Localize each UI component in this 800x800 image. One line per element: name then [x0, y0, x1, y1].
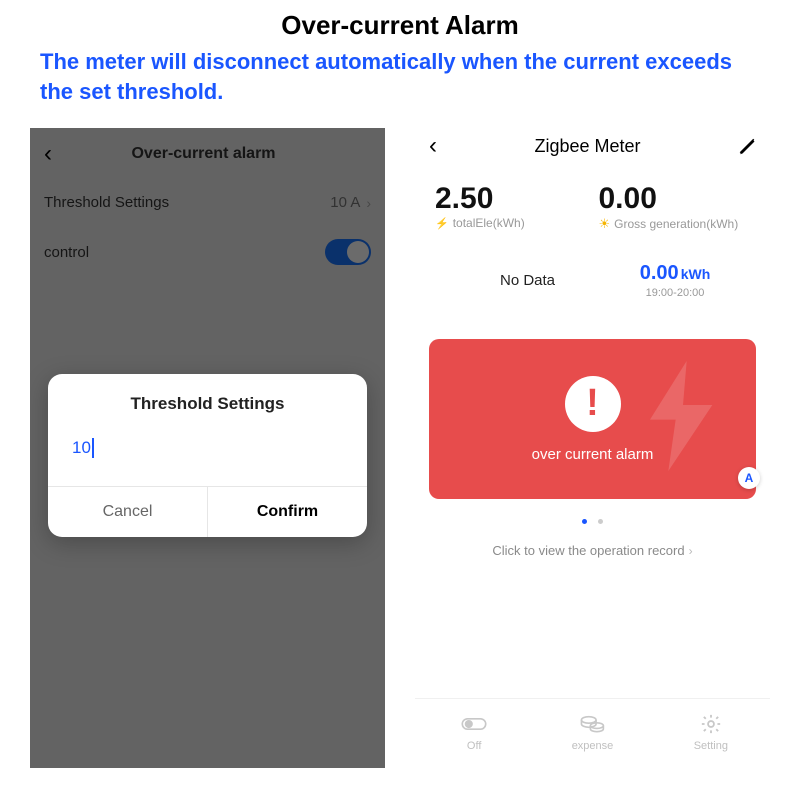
threshold-input-value: 10: [72, 438, 91, 458]
dot-active: [582, 519, 587, 524]
exclaim-icon: !: [565, 376, 621, 432]
page-subtitle: The meter will disconnect automatically …: [40, 47, 760, 106]
confirm-button[interactable]: Confirm: [208, 487, 367, 537]
operation-record-link[interactable]: Click to view the operation record›: [415, 543, 770, 558]
dialog-title: Threshold Settings: [48, 374, 367, 428]
sun-icon: ☀: [599, 216, 611, 232]
stat-total-ele: 2.50 ⚡ totalEle(kWh): [435, 182, 587, 232]
tab-off[interactable]: Off: [415, 713, 533, 752]
tab-label: expense: [572, 740, 614, 752]
tab-setting[interactable]: Setting: [652, 713, 770, 752]
tab-label: Off: [467, 740, 481, 752]
alarm-card[interactable]: ! over current alarm A: [429, 339, 756, 499]
no-data-label: No Data: [435, 272, 600, 289]
period-box[interactable]: 0.00kWh 19:00-20:00: [600, 262, 750, 299]
threshold-input[interactable]: 10: [48, 428, 367, 486]
text-cursor: [92, 438, 94, 458]
gear-icon: [698, 713, 724, 735]
bolt-bg-icon: [638, 361, 728, 471]
tab-expense[interactable]: expense: [533, 713, 651, 752]
stat-value: 2.50: [435, 182, 587, 216]
meter-screen: ‹ Zigbee Meter 2.50 ⚡ totalEle(kWh) 0.00 …: [415, 128, 770, 768]
toggle-icon: [461, 713, 487, 735]
page-title: Over-current Alarm: [40, 10, 760, 41]
coins-icon: [579, 713, 605, 735]
stat-label: Gross generation(kWh): [614, 217, 738, 231]
bottom-bar: Off expense Setting: [415, 698, 770, 768]
period-range: 19:00-20:00: [600, 287, 750, 299]
settings-screen: ‹ Over-current alarm Threshold Settings …: [30, 128, 385, 768]
back-icon[interactable]: ‹: [429, 132, 437, 160]
meter-header: ‹ Zigbee Meter: [415, 128, 770, 160]
period-unit: kWh: [679, 266, 711, 282]
badge-a[interactable]: A: [738, 467, 760, 489]
stat-gross-gen: 0.00 ☀Gross generation(kWh): [599, 182, 751, 232]
tab-label: Setting: [694, 740, 728, 752]
alarm-text: over current alarm: [532, 446, 654, 463]
stat-label: totalEle(kWh): [453, 216, 525, 230]
bolt-icon: ⚡: [435, 217, 449, 230]
threshold-dialog: Threshold Settings 10 Cancel Confirm: [48, 374, 367, 537]
dot: [598, 519, 603, 524]
chevron-right-icon: ›: [689, 544, 693, 558]
meter-title: Zigbee Meter: [437, 136, 738, 157]
edit-icon[interactable]: [738, 137, 756, 155]
cancel-button[interactable]: Cancel: [48, 487, 208, 537]
period-value: 0.00: [640, 262, 679, 284]
stat-value: 0.00: [599, 182, 751, 216]
period-row: No Data 0.00kWh 19:00-20:00: [415, 232, 770, 299]
page-dots: [415, 511, 770, 529]
